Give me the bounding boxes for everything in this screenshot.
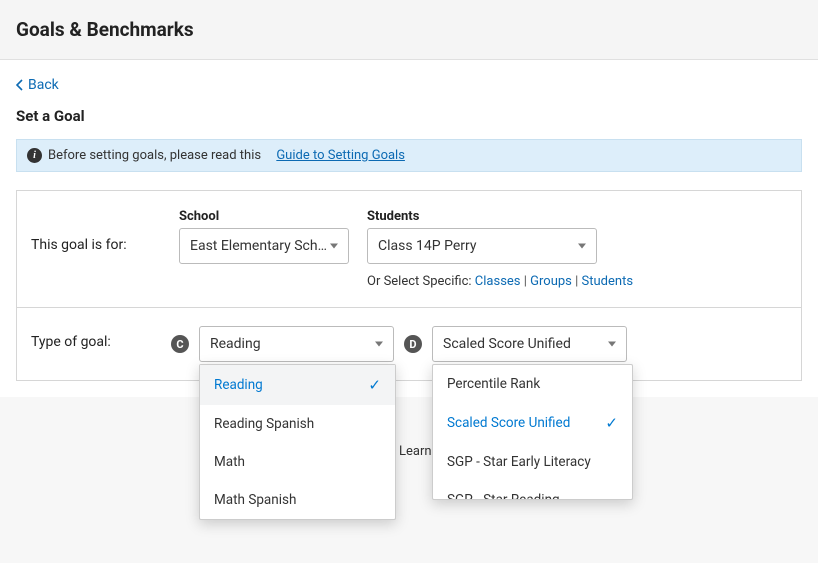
type-row-label: Type of goal: xyxy=(31,326,161,350)
metric-option[interactable]: SGP - Star Reading xyxy=(433,481,632,499)
goal-type-row: Type of goal: C Reading Reading ✓ Readin… xyxy=(17,308,801,380)
goal-target-row: This goal is for: School East Elementary… xyxy=(17,191,801,308)
students-field: Students Class 14P Perry Or Select Speci… xyxy=(367,209,633,289)
school-field: School East Elementary Sch… xyxy=(179,209,349,264)
school-label: School xyxy=(179,209,349,224)
back-link[interactable]: Back xyxy=(16,77,59,93)
classes-link[interactable]: Classes xyxy=(475,274,521,289)
check-icon: ✓ xyxy=(368,376,381,394)
students-select[interactable]: Class 14P Perry xyxy=(367,228,597,264)
badge-c: C xyxy=(171,335,189,353)
students-subtext: Or Select Specific: Classes | Groups | S… xyxy=(367,274,633,289)
goal-panel: This goal is for: School East Elementary… xyxy=(16,190,802,381)
page-content: Back Set a Goal i Before setting goals, … xyxy=(0,60,818,397)
goal-row-label: This goal is for: xyxy=(31,209,161,253)
info-icon: i xyxy=(27,148,42,163)
metric-select[interactable]: Scaled Score Unified xyxy=(432,326,627,362)
chevron-left-icon xyxy=(16,79,24,91)
subject-dropdown-wrap: Reading Reading ✓ Reading Spanish Math xyxy=(199,326,394,362)
page-header: Goals & Benchmarks xyxy=(0,0,818,60)
chevron-down-icon xyxy=(330,244,338,249)
groups-link[interactable]: Groups xyxy=(530,274,572,289)
subject-option[interactable]: Math Spanish xyxy=(200,481,395,519)
subject-dropdown-menu: Reading ✓ Reading Spanish Math Math Span… xyxy=(199,364,396,520)
info-banner: i Before setting goals, please read this… xyxy=(16,139,802,172)
metric-selected: Scaled Score Unified xyxy=(443,336,571,352)
school-select[interactable]: East Elementary Sch… xyxy=(179,228,349,264)
chevron-down-icon xyxy=(375,342,383,347)
metric-option[interactable]: Percentile Rank xyxy=(433,365,632,403)
subject-option[interactable]: Reading Spanish xyxy=(200,405,395,443)
chevron-down-icon xyxy=(578,244,586,249)
subject-option[interactable]: Reading ✓ xyxy=(200,365,395,405)
subject-option[interactable]: Math xyxy=(200,443,395,481)
badge-d: D xyxy=(404,335,422,353)
subject-selected: Reading xyxy=(210,336,261,352)
metric-option[interactable]: SGP - Star Early Literacy xyxy=(433,443,632,481)
metric-dropdown-wrap: Scaled Score Unified Percentile Rank Sca… xyxy=(432,326,627,362)
metric-dropdown-menu: Percentile Rank Scaled Score Unified ✓ S… xyxy=(432,364,633,500)
school-selected: East Elementary Sch… xyxy=(190,238,327,254)
check-icon: ✓ xyxy=(605,414,618,432)
students-label: Students xyxy=(367,209,633,224)
metric-option[interactable]: Scaled Score Unified ✓ xyxy=(433,403,632,443)
subject-select[interactable]: Reading xyxy=(199,326,394,362)
chevron-down-icon xyxy=(608,342,616,347)
page-subtitle: Set a Goal xyxy=(16,107,802,125)
back-label: Back xyxy=(28,77,59,93)
guide-link[interactable]: Guide to Setting Goals xyxy=(276,148,405,163)
info-text: Before setting goals, please read this xyxy=(48,148,261,163)
learn-text: Learn xyxy=(399,444,432,459)
students-link[interactable]: Students xyxy=(582,274,634,289)
page-title: Goals & Benchmarks xyxy=(16,18,802,41)
students-selected: Class 14P Perry xyxy=(378,238,477,254)
